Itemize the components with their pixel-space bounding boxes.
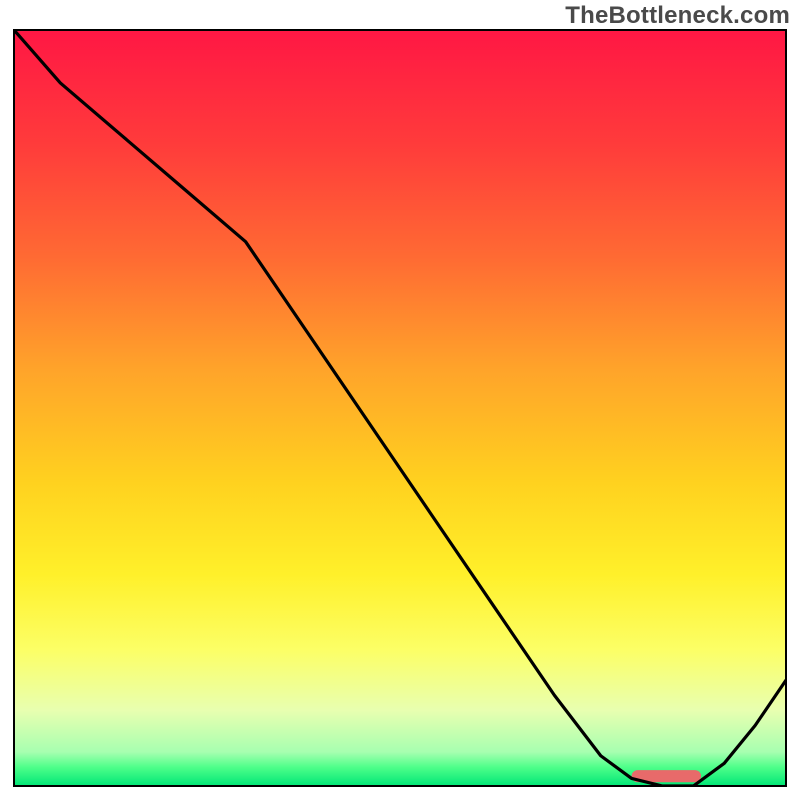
bottleneck-chart: [0, 0, 800, 800]
chart-stage: TheBottleneck.com: [0, 0, 800, 800]
